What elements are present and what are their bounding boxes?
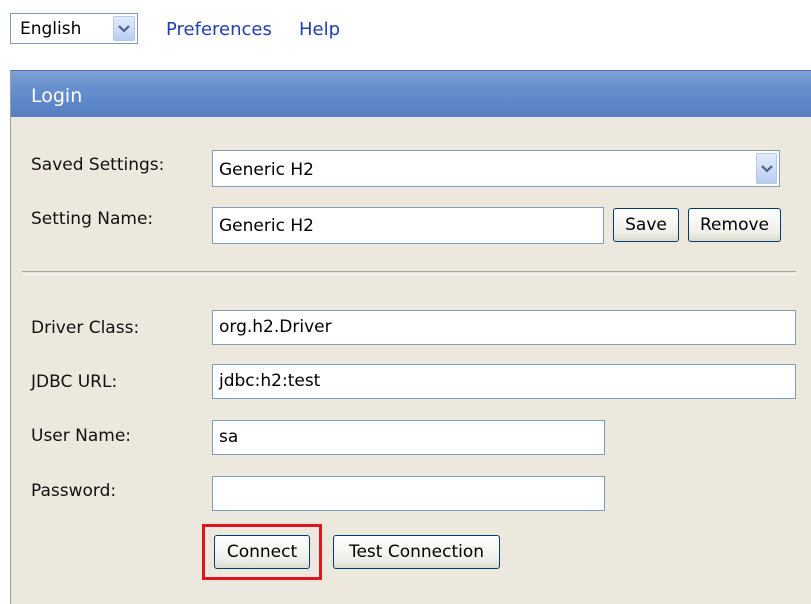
password-input[interactable] — [212, 476, 605, 511]
panel-title: Login — [11, 70, 811, 117]
divider — [22, 271, 796, 275]
language-select-value: English — [20, 19, 82, 39]
saved-settings-label: Saved Settings: — [31, 155, 165, 175]
chevron-down-icon[interactable] — [113, 16, 135, 41]
connect-button[interactable]: Connect — [214, 535, 310, 569]
chevron-down-icon[interactable] — [756, 153, 777, 184]
preferences-link[interactable]: Preferences — [166, 19, 272, 41]
user-name-label: User Name: — [31, 426, 132, 446]
password-label: Password: — [31, 481, 117, 501]
setting-name-input[interactable]: Generic H2 — [212, 207, 604, 244]
driver-class-label: Driver Class: — [31, 318, 140, 338]
driver-class-input[interactable]: org.h2.Driver — [212, 310, 796, 345]
jdbc-url-input[interactable]: jdbc:h2:test — [212, 364, 796, 399]
remove-button[interactable]: Remove — [688, 208, 781, 242]
user-name-input[interactable]: sa — [212, 420, 605, 455]
saved-settings-value: Generic H2 — [219, 160, 314, 180]
setting-name-label: Setting Name: — [31, 209, 154, 229]
save-button[interactable]: Save — [613, 208, 679, 242]
language-select[interactable]: English — [10, 13, 138, 44]
help-link[interactable]: Help — [299, 19, 340, 41]
saved-settings-select[interactable]: Generic H2 — [212, 150, 780, 187]
jdbc-url-label: JDBC URL: — [31, 372, 118, 392]
test-connection-button[interactable]: Test Connection — [333, 535, 500, 569]
